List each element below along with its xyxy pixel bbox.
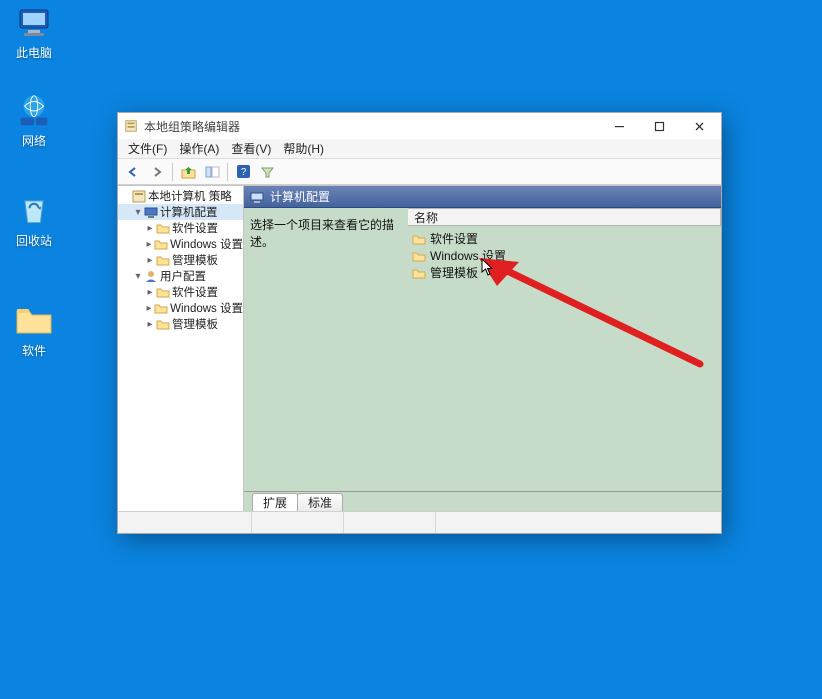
computer-config-icon [250,190,264,204]
tree-label: 软件设置 [172,284,218,300]
forward-button[interactable] [146,162,168,182]
show-tree-button[interactable] [201,162,223,182]
tree-label: 管理模板 [172,316,218,332]
window-title: 本地组策略编辑器 [144,118,599,135]
tab-standard[interactable]: 标准 [297,493,343,511]
chevron-right-icon[interactable]: ▸ [144,239,154,250]
menu-file[interactable]: 文件(F) [122,140,173,157]
folder-icon [14,300,54,340]
gpedit-window: 本地组策略编辑器 文件(F) 操作(A) 查看(V) 帮助(H) ? 本地计算机… [117,112,722,534]
details-pane: 计算机配置 选择一个项目来查看它的描述。 名称 软件设置 Wi [244,186,721,511]
list-pane: 名称 软件设置 Windows 设置 管理模板 [408,208,721,491]
back-button[interactable] [122,162,144,182]
column-header-name[interactable]: 名称 [408,208,721,226]
desktop-icon-folder[interactable]: 软件 [4,300,64,359]
tree-label: 计算机配置 [160,204,218,220]
statusbar [118,511,721,533]
tree-item[interactable]: ▸ Windows 设置 [118,236,243,252]
user-config-icon [144,269,158,283]
folder-icon [154,301,168,315]
desktop-icon-label: 此电脑 [4,44,64,61]
folder-icon [412,267,426,279]
menu-view[interactable]: 查看(V) [225,140,277,157]
tree-label: 软件设置 [172,220,218,236]
menubar: 文件(F) 操作(A) 查看(V) 帮助(H) [118,139,721,159]
maximize-button[interactable] [639,113,679,139]
folder-icon [156,221,170,235]
app-icon [124,119,138,133]
tree-label: Windows 设置 [170,300,243,316]
chevron-right-icon[interactable]: ▸ [144,255,156,266]
minimize-button[interactable] [599,113,639,139]
folder-icon [156,253,170,267]
tree-label: Windows 设置 [170,236,243,252]
list-item-label: Windows 设置 [430,247,506,264]
globe-icon [14,90,54,130]
menu-help[interactable]: 帮助(H) [277,140,330,157]
folder-icon [412,233,426,245]
chevron-down-icon[interactable]: ▾ [132,271,144,282]
desktop-icon-recycle[interactable]: 回收站 [4,190,64,249]
description-pane: 选择一个项目来查看它的描述。 [244,208,408,491]
tree-label: 用户配置 [160,268,206,284]
close-button[interactable] [679,113,719,139]
tree-pane[interactable]: 本地计算机 策略 ▾ 计算机配置 ▸ 软件设置 ▸ Windows 设置 ▸ 管… [118,186,244,511]
desktop-icon-label: 软件 [4,342,64,359]
tree-item[interactable]: ▸ Windows 设置 [118,300,243,316]
desktop-icon-label: 网络 [4,132,64,149]
computer-config-icon [144,205,158,219]
toolbar: ? [118,159,721,185]
chevron-right-icon[interactable]: ▸ [144,303,154,314]
tree-label: 本地计算机 策略 [148,188,232,204]
tree-computer-config[interactable]: ▾ 计算机配置 [118,204,243,220]
list-item[interactable]: 软件设置 [408,230,721,247]
chevron-down-icon[interactable]: ▾ [132,207,144,218]
tree-user-config[interactable]: ▾ 用户配置 [118,268,243,284]
svg-text:?: ? [240,167,246,178]
details-header: 计算机配置 [244,186,721,208]
list-item-label: 软件设置 [430,230,478,247]
filter-button[interactable] [256,162,278,182]
view-tabs: 扩展 标准 [244,491,721,511]
computer-icon [14,2,54,42]
tree-item[interactable]: ▸ 软件设置 [118,220,243,236]
description-text: 选择一个项目来查看它的描述。 [250,218,394,249]
desktop-icon-network[interactable]: 网络 [4,90,64,149]
chevron-right-icon[interactable]: ▸ [144,319,156,330]
chevron-right-icon[interactable]: ▸ [144,223,156,234]
help-button[interactable]: ? [232,162,254,182]
folder-icon [154,237,168,251]
folder-icon [412,250,426,262]
list-item[interactable]: Windows 设置 [408,247,721,264]
list-item-label: 管理模板 [430,264,478,281]
recycle-bin-icon [14,190,54,230]
tree-item[interactable]: ▸ 管理模板 [118,252,243,268]
policy-icon [132,189,146,203]
tree-root[interactable]: 本地计算机 策略 [118,188,243,204]
tree-item[interactable]: ▸ 软件设置 [118,284,243,300]
list-item[interactable]: 管理模板 [408,264,721,281]
folder-icon [156,317,170,331]
tab-extended[interactable]: 扩展 [252,493,298,511]
desktop-icon-computer[interactable]: 此电脑 [4,2,64,61]
tree-item[interactable]: ▸ 管理模板 [118,316,243,332]
content-area: 本地计算机 策略 ▾ 计算机配置 ▸ 软件设置 ▸ Windows 设置 ▸ 管… [118,185,721,511]
chevron-right-icon[interactable]: ▸ [144,287,156,298]
tree-label: 管理模板 [172,252,218,268]
menu-action[interactable]: 操作(A) [173,140,225,157]
desktop-icon-label: 回收站 [4,232,64,249]
folder-icon [156,285,170,299]
details-header-title: 计算机配置 [270,188,330,205]
titlebar[interactable]: 本地组策略编辑器 [118,113,721,139]
up-folder-button[interactable] [177,162,199,182]
